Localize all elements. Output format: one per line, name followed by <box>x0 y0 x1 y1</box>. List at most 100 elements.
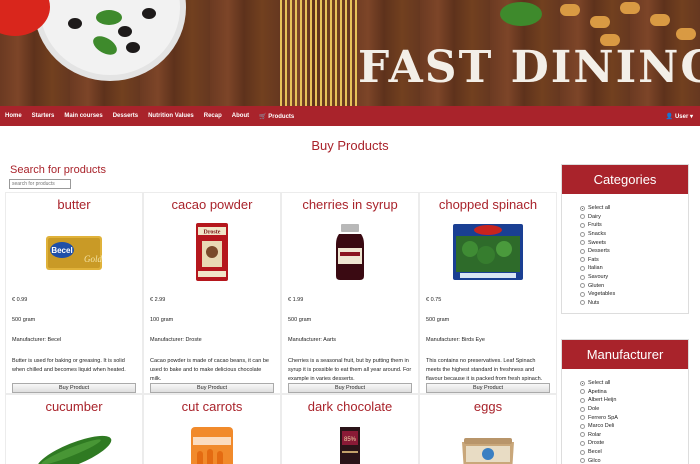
category-option[interactable]: Sweets <box>580 238 688 247</box>
product-manufacturer: Manufacturer: Becel <box>12 337 62 343</box>
radio-selected-icon[interactable] <box>580 380 585 386</box>
radio-icon[interactable] <box>580 458 585 464</box>
product-name: eggs <box>473 399 503 414</box>
manufacturer-option[interactable]: Becel <box>580 448 688 457</box>
olive-image <box>118 26 132 37</box>
radio-icon[interactable] <box>580 397 585 403</box>
product-manufacturer: Manufacturer: Birds Eye <box>426 337 485 343</box>
nav-products[interactable]: 🛒 Products <box>259 113 294 120</box>
manufacturer-option[interactable]: Dole <box>580 405 688 414</box>
product-manufacturer: Manufacturer: Aarts <box>288 337 336 343</box>
user-icon: 👤 <box>665 113 674 120</box>
macaroni-image <box>590 16 610 28</box>
category-option[interactable]: Gluten <box>580 281 688 290</box>
nav-nutrition-values[interactable]: Nutrition Values <box>148 113 194 119</box>
svg-text:Gold: Gold <box>84 254 103 264</box>
radio-icon[interactable] <box>580 389 585 395</box>
radio-icon[interactable] <box>580 415 585 421</box>
product-name: dark chocolate <box>307 399 393 414</box>
nav-products-label: Products <box>268 113 295 120</box>
macaroni-image <box>650 14 670 26</box>
category-option[interactable]: Savoury <box>580 273 688 282</box>
category-option[interactable]: Desserts <box>580 247 688 256</box>
manufacturer-option[interactable]: Rolar <box>580 431 688 440</box>
radio-selected-icon[interactable] <box>580 205 585 211</box>
radio-icon[interactable] <box>580 257 585 263</box>
manufacturer-option[interactable]: Droste <box>580 439 688 448</box>
manufacturer-option[interactable]: Marco Deli <box>580 422 688 431</box>
nav-desserts[interactable]: Desserts <box>113 113 138 119</box>
radio-icon[interactable] <box>580 440 585 446</box>
caret-down-icon: ▾ <box>689 113 693 120</box>
manufacturer-option[interactable]: Gilco <box>580 456 688 464</box>
radio-icon[interactable] <box>580 449 585 455</box>
radio-icon[interactable] <box>580 240 585 246</box>
category-option[interactable]: Fruits <box>580 221 688 230</box>
olive-image <box>142 8 156 19</box>
nav-about[interactable]: About <box>232 113 249 119</box>
product-weight: 500 gram <box>426 317 450 323</box>
cucumber-icon <box>12 421 136 464</box>
manufacturer-panel: Manufacturer Select all Apetina Albert H… <box>561 339 689 464</box>
category-option[interactable]: Select all <box>580 204 688 213</box>
search-input[interactable] <box>9 179 71 189</box>
category-option[interactable]: Italian <box>580 264 688 273</box>
radio-icon[interactable] <box>580 300 585 306</box>
buy-product-button[interactable]: Buy Product <box>12 383 136 393</box>
product-card: cherries in syrup € 1.99 500 gram Manufa… <box>281 192 419 394</box>
category-option[interactable]: Nuts <box>580 299 688 308</box>
cacao-tin-icon: Droste <box>150 219 274 285</box>
categories-heading: Categories <box>562 165 688 194</box>
radio-icon[interactable] <box>580 283 585 289</box>
cart-icon: 🛒 <box>259 113 267 120</box>
manufacturer-option[interactable]: Apetina <box>580 388 688 397</box>
svg-text:Droste: Droste <box>204 230 221 236</box>
product-card: eggs <box>419 394 557 464</box>
product-card: chopped spinach € 0.75 500 gram Manufact… <box>419 192 557 394</box>
product-name: chopped spinach <box>438 197 538 212</box>
svg-text:85%: 85% <box>344 437 357 443</box>
nav-starters[interactable]: Starters <box>32 113 55 119</box>
radio-icon[interactable] <box>580 432 585 438</box>
radio-icon[interactable] <box>580 291 585 297</box>
buy-product-button[interactable]: Buy Product <box>426 383 550 393</box>
search-heading: Search for products <box>10 164 106 176</box>
top-navbar: Home Starters Main courses Desserts Nutr… <box>0 106 700 126</box>
product-card: dark chocolate 85% <box>281 394 419 464</box>
radio-icon[interactable] <box>580 265 585 271</box>
categories-options: Select all Dairy Fruits Snacks Sweets De… <box>562 194 688 313</box>
manufacturer-option[interactable]: Ferrero SpA <box>580 413 688 422</box>
site-title: FAST DINING <box>358 42 700 93</box>
main-content: Search for products butter Becel Gold € … <box>0 154 700 464</box>
buy-product-button[interactable]: Buy Product <box>150 383 274 393</box>
radio-icon[interactable] <box>580 274 585 280</box>
category-option[interactable]: Fats <box>580 256 688 265</box>
product-name: cut carrots <box>181 399 243 414</box>
user-menu[interactable]: 👤 User ▾ <box>666 113 693 120</box>
product-name: cherries in syrup <box>302 197 398 212</box>
user-menu-label: User <box>674 113 689 120</box>
manufacturer-option[interactable]: Albert Heijn <box>580 396 688 405</box>
category-option[interactable]: Vegetables <box>580 290 688 299</box>
radio-icon[interactable] <box>580 406 585 412</box>
radio-icon[interactable] <box>580 222 585 228</box>
category-option[interactable]: Dairy <box>580 213 688 222</box>
nav-recap[interactable]: Recap <box>204 113 222 119</box>
radio-icon[interactable] <box>580 248 585 254</box>
manufacturer-heading: Manufacturer <box>562 340 688 369</box>
nav-home[interactable]: Home <box>5 113 22 119</box>
category-option[interactable]: Snacks <box>580 230 688 239</box>
product-manufacturer: Manufacturer: Droste <box>150 337 202 343</box>
spinach-box-icon <box>426 219 550 285</box>
radio-icon[interactable] <box>580 214 585 220</box>
product-weight: 500 gram <box>12 317 36 323</box>
carrot-bag-icon <box>150 421 274 464</box>
buy-product-button[interactable]: Buy Product <box>288 383 412 393</box>
radio-icon[interactable] <box>580 231 585 237</box>
product-price: € 2.99 <box>150 297 166 303</box>
basil-leaf-image <box>500 2 542 26</box>
nav-main-courses[interactable]: Main courses <box>64 113 102 119</box>
spaghetti-image <box>280 0 360 106</box>
radio-icon[interactable] <box>580 423 585 429</box>
manufacturer-option[interactable]: Select all <box>580 379 688 388</box>
